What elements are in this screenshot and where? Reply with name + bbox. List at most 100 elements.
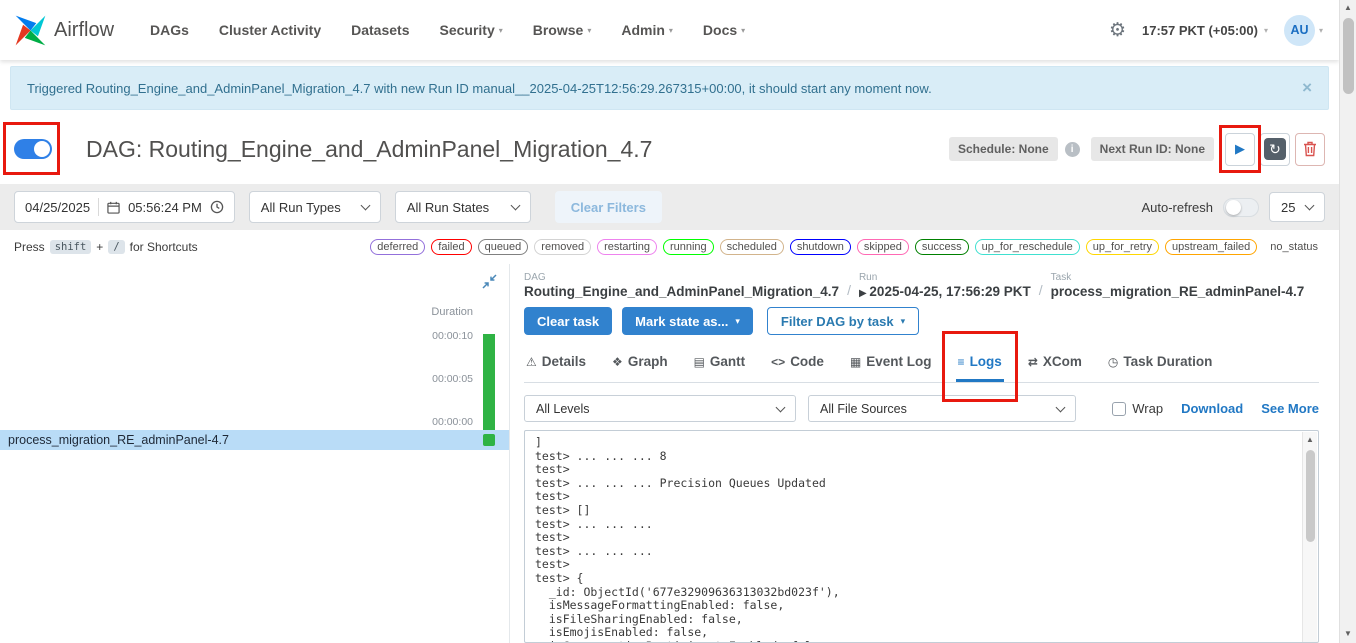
nav-item-cluster-activity[interactable]: Cluster Activity	[219, 22, 321, 38]
filter-dag-button[interactable]: Filter DAG by task ▾	[767, 307, 919, 335]
nav-item-datasets[interactable]: Datasets	[351, 22, 409, 38]
task-duration-icon: ◷	[1108, 355, 1118, 369]
tab-bar: ⚠Details ❖Graph ▤Gantt <>Code ▦Event Log ≡ Log…	[524, 345, 1319, 383]
shift-key: shift	[50, 240, 92, 254]
date-value[interactable]: 04/25/2025	[25, 200, 90, 215]
dag-pause-toggle[interactable]	[14, 139, 52, 159]
see-more-link[interactable]: See More	[1261, 401, 1319, 416]
tab-graph[interactable]: ❖Graph	[610, 345, 670, 382]
tab-event-log[interactable]: ▦Event Log	[848, 345, 934, 382]
nav-item-dags[interactable]: DAGs	[150, 22, 189, 38]
clear-task-button[interactable]: Clear task	[524, 307, 612, 335]
nav-item-browse[interactable]: Browse▾	[533, 22, 592, 38]
clear-filters-button[interactable]: Clear Filters	[555, 191, 662, 223]
close-icon[interactable]: ×	[1282, 78, 1312, 98]
slash-key: /	[108, 240, 124, 254]
legend-badge-no-status[interactable]: no_status	[1263, 239, 1325, 255]
tab-task-duration[interactable]: ◷Task Duration	[1106, 345, 1215, 382]
task-row[interactable]: process_migration_RE_adminPanel-4.7	[0, 430, 509, 450]
scrollbar-thumb[interactable]	[1306, 450, 1315, 542]
refresh-dag-button[interactable]: ↻	[1260, 133, 1290, 166]
airflow-brand[interactable]: Airflow	[14, 14, 114, 47]
tab-label: XCom	[1043, 354, 1082, 369]
file-source-select[interactable]: All File Sources	[808, 395, 1076, 422]
run-types-value: All Run Types	[261, 200, 341, 215]
breadcrumb-run[interactable]: Run▶ 2025-04-25, 17:56:29 PKT	[859, 272, 1031, 299]
shortcuts-hint: Press shift + / for Shortcuts	[14, 240, 198, 254]
tab-gantt[interactable]: ▤Gantt	[692, 345, 748, 382]
nav-item-admin[interactable]: Admin▾	[621, 22, 673, 38]
legend-badge-queued[interactable]: queued	[478, 239, 529, 255]
tab-label: Code	[790, 354, 824, 369]
grid-panel: Duration 00:00:10 00:00:05 00:00:00 proc…	[0, 264, 510, 643]
clock-menu[interactable]: 17:57 PKT (+05:00) ▾	[1142, 23, 1268, 38]
info-icon[interactable]: i	[1065, 142, 1080, 157]
filter-bar-right: Auto-refresh 25	[1141, 192, 1325, 222]
log-level-value: All Levels	[536, 402, 590, 416]
tab-label: Logs	[970, 354, 1002, 369]
legend-badge-restarting[interactable]: restarting	[597, 239, 657, 255]
breadcrumb-label: Task	[1051, 272, 1305, 283]
tab-xcom[interactable]: ⇄XCom	[1026, 345, 1084, 382]
log-scrollbar[interactable]: ▲	[1302, 432, 1317, 642]
collapse-panel-icon[interactable]	[482, 274, 497, 294]
duration-tick: 00:00:00	[432, 416, 473, 428]
legend-badge-removed[interactable]: removed	[534, 239, 591, 255]
duration-label: Duration	[431, 306, 473, 318]
mark-state-label: Mark state as...	[635, 314, 728, 329]
legend-badge-up-for-retry[interactable]: up_for_retry	[1086, 239, 1159, 255]
download-link[interactable]: Download	[1181, 401, 1243, 416]
scrollbar-thumb[interactable]	[1343, 18, 1354, 94]
breadcrumb-task[interactable]: Taskprocess_migration_RE_adminPanel-4.7	[1051, 272, 1305, 299]
legend-badge-success[interactable]: success	[915, 239, 969, 255]
gantt-icon: ▤	[694, 355, 705, 369]
delete-dag-button[interactable]	[1295, 133, 1325, 166]
duration-tick: 00:00:10	[432, 330, 473, 342]
scroll-up-icon[interactable]: ▲	[1344, 0, 1352, 16]
gear-icon[interactable]: ⚙	[1109, 19, 1126, 42]
chevron-down-icon	[776, 402, 786, 412]
legend-badge-upstream-failed[interactable]: upstream_failed	[1165, 239, 1257, 255]
nav-item-security[interactable]: Security▾	[439, 22, 502, 38]
airflow-logo-icon	[14, 14, 47, 47]
auto-refresh-toggle[interactable]	[1223, 198, 1259, 217]
page-scrollbar[interactable]: ▲ ▼	[1339, 0, 1356, 643]
datetime-picker[interactable]: 04/25/2025 05:56:24 PM	[14, 191, 235, 223]
legend-badge-scheduled[interactable]: scheduled	[720, 239, 784, 255]
mark-state-button[interactable]: Mark state as... ▾	[622, 307, 753, 335]
legend-badge-skipped[interactable]: skipped	[857, 239, 909, 255]
scroll-up-icon[interactable]: ▲	[1306, 432, 1314, 448]
task-duration-bar[interactable]	[483, 334, 495, 430]
trigger-dag-button[interactable]: ▶	[1225, 133, 1255, 166]
filter-bar: 04/25/2025 05:56:24 PM All Run Types All…	[0, 184, 1339, 230]
legend-row: Press shift + / for Shortcuts deferred fa…	[0, 230, 1339, 264]
wrap-checkbox[interactable]	[1112, 402, 1126, 416]
legend-badge-up-for-reschedule[interactable]: up_for_reschedule	[975, 239, 1080, 255]
tab-logs[interactable]: ≡ Logs	[956, 345, 1004, 382]
tab-code[interactable]: <>Code	[769, 345, 826, 382]
breadcrumb-dag[interactable]: DAGRouting_Engine_and_AdminPanel_Migrati…	[524, 272, 839, 299]
task-state-square[interactable]	[483, 434, 495, 446]
legend-badge-running[interactable]: running	[663, 239, 714, 255]
chevron-down-icon	[1305, 201, 1315, 211]
legend-badge-failed[interactable]: failed	[431, 239, 471, 255]
run-types-select[interactable]: All Run Types	[249, 191, 381, 223]
scroll-down-icon[interactable]: ▼	[1344, 626, 1352, 642]
wrap-option[interactable]: Wrap	[1112, 401, 1163, 416]
time-value[interactable]: 05:56:24 PM	[128, 200, 202, 215]
nav-item-docs[interactable]: Docs▾	[703, 22, 745, 38]
legend-badge-shutdown[interactable]: shutdown	[790, 239, 851, 255]
auto-refresh-label: Auto-refresh	[1141, 200, 1213, 215]
legend-badge-deferred[interactable]: deferred	[370, 239, 425, 255]
log-level-select[interactable]: All Levels	[524, 395, 796, 422]
run-states-select[interactable]: All Run States	[395, 191, 531, 223]
nav-item-label: Cluster Activity	[219, 22, 321, 38]
tab-details[interactable]: ⚠Details	[524, 345, 588, 382]
nav-item-label: Admin	[621, 22, 665, 38]
tab-label: Graph	[628, 354, 668, 369]
run-state-icon: ▶	[859, 288, 869, 299]
page-size-select[interactable]: 25	[1269, 192, 1325, 222]
chevron-down-icon: ▾	[499, 26, 503, 35]
logs-icon: ≡	[958, 355, 965, 369]
user-menu[interactable]: AU ▾	[1284, 15, 1323, 46]
